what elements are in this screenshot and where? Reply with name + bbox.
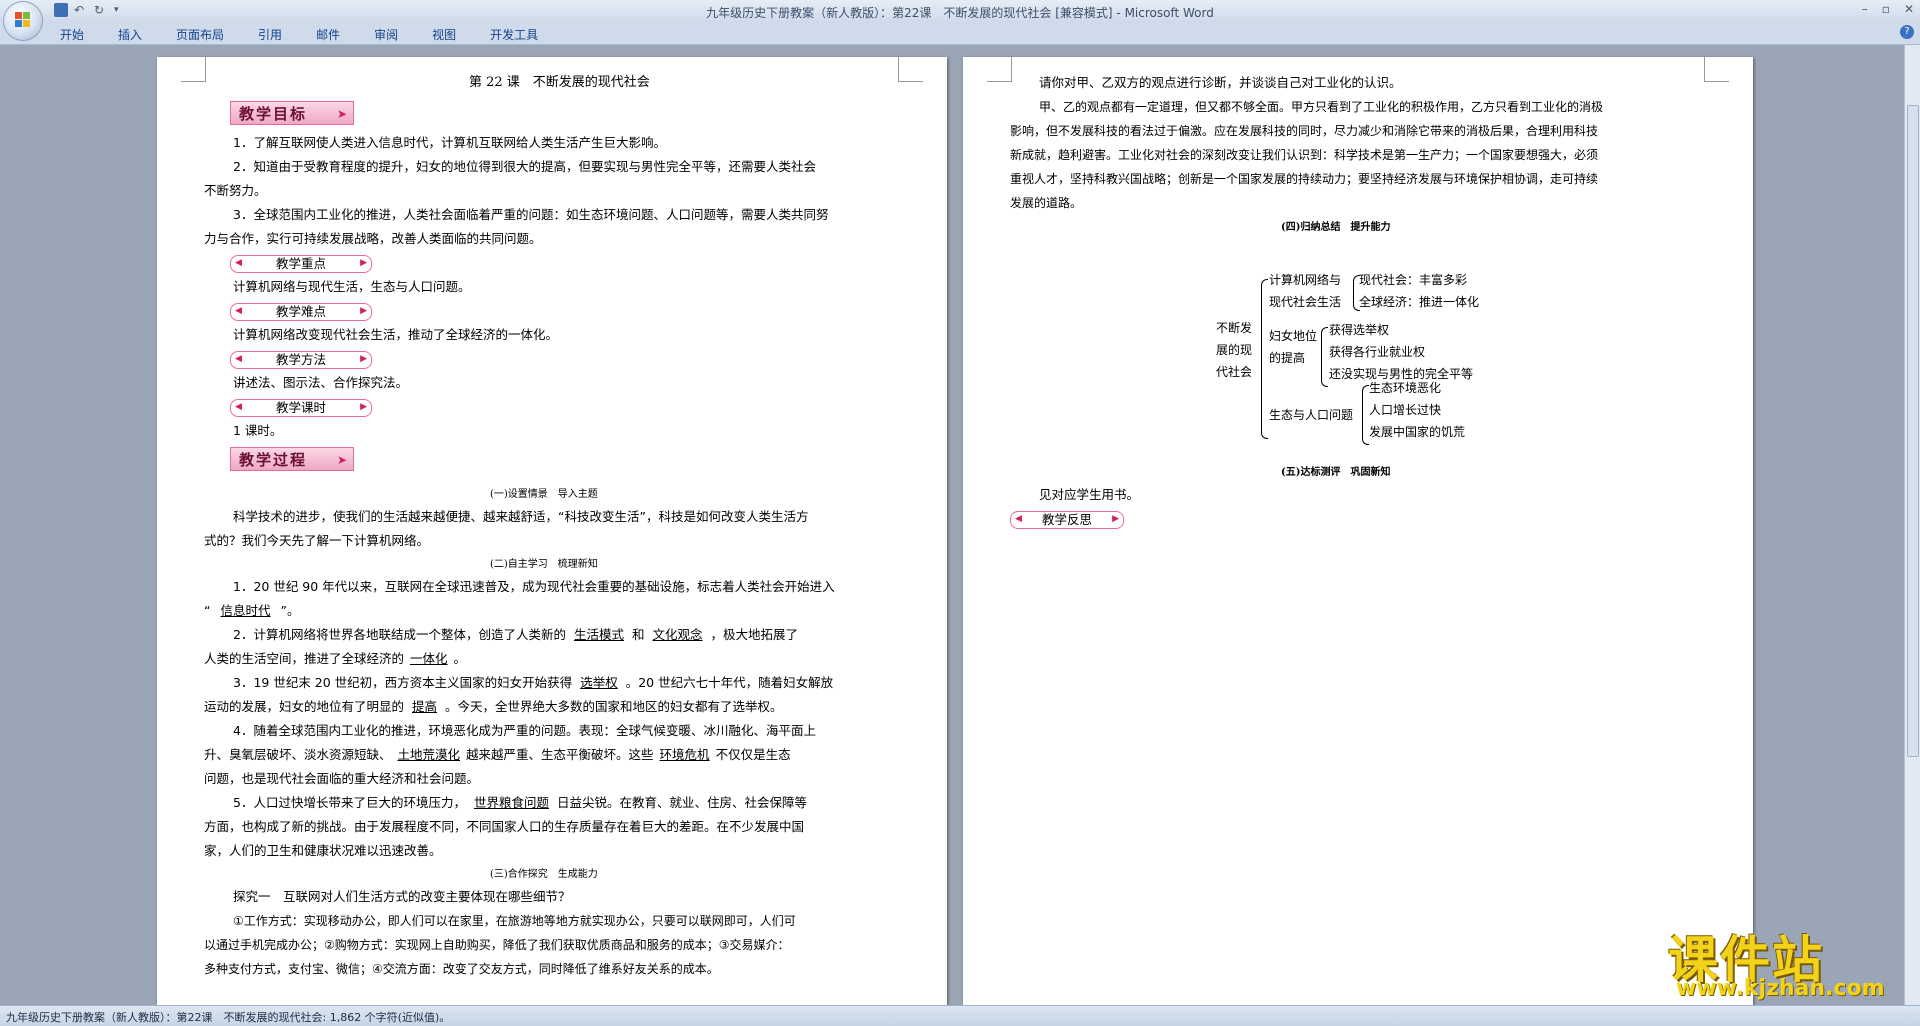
answer-blank: 生活模式	[573, 627, 624, 642]
crop-mark	[181, 57, 206, 82]
scrollbar-thumb[interactable]	[1907, 105, 1919, 757]
paragraph-line: 请你对甲、乙双方的观点进行诊断，并谈谈自己对工业化的认识。	[1039, 75, 1402, 90]
explore-question: 探究一 互联网对人们生活方式的改变主要体现在哪些细节？	[233, 889, 571, 904]
map-leaves-ecology: 生态环境恶化 人口增长过快 发展中国家的饥荒	[1369, 381, 1466, 439]
map-branch-network: 计算机网络与 现代社会生活	[1269, 273, 1342, 309]
section-tag-key: ◀ 教学重点 ▶	[230, 255, 372, 273]
paragraph-line: 以通过手机完成办公；②购物方式：实现网上自助购买，降低了我们获取优质商品和服务的…	[204, 938, 790, 952]
status-bar: 九年级历史下册教案（新人教版）：第22课 不断发展的现代社会: 1,862 个字…	[0, 1005, 1920, 1026]
subsection-heading: (五)达标测评 巩固新知	[1281, 467, 1391, 478]
section-tag-difficulty: ◀ 教学难点 ▶	[230, 303, 372, 321]
title-bar: ↶ ↻ ▾ 九年级历史下册教案（新人教版）：第22课 不断发展的现代社会 [兼容…	[0, 0, 1920, 22]
map-bracket	[1362, 385, 1369, 445]
help-icon[interactable]: ?	[1900, 25, 1914, 39]
question-line: 运动的发展，妇女的地位有了明显的 提高 。今天，全世界绝大多数的国家和地区的妇女都有…	[204, 699, 783, 714]
paragraph-line: 式的？我们今天先了解一下计算机网络。	[204, 533, 430, 548]
office-logo-icon	[15, 12, 31, 28]
map-leaves-women: 获得选举权 获得各行业就业权 还没实现与男性的完全平等	[1329, 323, 1474, 381]
minimize-icon[interactable]: –	[1862, 2, 1868, 16]
paragraph-line: ①工作方式：实现移动办公，即人们可以在家里，在旅游地等地方就实现办公，只要可以联…	[233, 914, 796, 928]
crop-mark	[898, 57, 923, 82]
goal-line: 3．全球范围内工业化的推进，人类社会面临着严重的问题：如生态环境问题、人口问题等…	[233, 207, 829, 222]
window-controls: – ▫ ✕	[1862, 2, 1914, 16]
question-line: 问题，也是现代社会面临的重大经济和社会问题。	[204, 771, 480, 786]
tab-references[interactable]: 引用	[258, 26, 282, 43]
paragraph-line: 甲、乙的观点都有一定道理，但又都不够全面。甲方只看到了工业化的积极作用，乙方只看…	[1039, 100, 1604, 114]
question-line: 3．19 世纪末 20 世纪初，西方资本主义国家的妇女开始获得 选举权 。20 世纪…	[233, 675, 834, 690]
subsection-heading: (二)自主学习 梳理新知	[490, 559, 598, 570]
question-line: 1．20 世纪 90 年代以来，互联网在全球迅速普及，成为现代社会重要的基础设施…	[233, 579, 835, 594]
subsection-heading: (三)合作探究 生成能力	[490, 869, 598, 880]
ribbon-tabs: 开始 插入 页面布局 引用 邮件 审阅 视图 开发工具	[0, 22, 1920, 45]
answer-blank: 文化观念	[652, 627, 703, 642]
crop-mark	[1704, 57, 1729, 82]
paragraph-line: 多种支付方式，支付宝、微信；④交流方面：改变了交友方式，同时降低了维系好友关系的…	[204, 962, 719, 976]
page-1: 第 22 课 不断发展的现代社会 教学目标 ➤ 1．了解互联网使人类进入信息时代，…	[157, 57, 947, 1005]
answer-blank: 环境危机	[659, 747, 710, 762]
map-branch-ecology: 生态与人口问题	[1269, 408, 1354, 422]
method-text: 讲述法、图示法、合作探究法。	[233, 375, 409, 390]
section-tag-hours: ◀ 教学课时 ▶	[230, 399, 372, 417]
restore-icon[interactable]: ▫	[1882, 2, 1890, 16]
map-leaves-network: 现代社会：丰富多彩 全球经济：推进一体化	[1359, 273, 1480, 309]
question-line: 4．随着全球范围内工业化的推进，环境恶化成为严重的问题。表现：全球气候变暖、冰川…	[233, 723, 816, 738]
map-root: 不断发 展的现 代社会	[1216, 321, 1253, 379]
question-line: 2．计算机网络将世界各地联结成一个整体，创造了人类新的 生活模式和文化观念 ，极大地…	[233, 627, 799, 642]
goal-line: 力与合作，实行可持续发展战略，改善人类面临的共同问题。	[204, 231, 542, 246]
map-bracket	[1261, 279, 1268, 439]
subsection-heading: (一)设置情景 导入主题	[490, 489, 598, 500]
paragraph-line: 重视人才，坚持科教兴国战略；创新是一个国家发展的持续动力；要坚持经济发展与环境保…	[1010, 172, 1599, 186]
tab-page-layout[interactable]: 页面布局	[176, 26, 224, 43]
goal-line: 1．了解互联网使人类进入信息时代，计算机互联网给人类生活产生巨大影响。	[233, 135, 666, 150]
goal-line: 2．知道由于受教育程度的提升，妇女的地位得到很大的提高，但要实现与男性完全平等，…	[233, 159, 816, 174]
subsection-heading: (四)归纳总结 提升能力	[1281, 222, 1391, 233]
tab-developer[interactable]: 开发工具	[490, 26, 538, 43]
close-icon[interactable]: ✕	[1904, 2, 1914, 16]
status-text: 九年级历史下册教案（新人教版）：第22课 不断发展的现代社会: 1,862 个字…	[6, 1011, 451, 1024]
tab-home[interactable]: 开始	[60, 26, 84, 43]
question-line: 升、臭氧层破坏、淡水资源短缺、 土地荒漠化 越来越严重、生态平衡破坏。这些 环境危机不…	[204, 747, 791, 762]
answer-blank: 土地荒漠化	[397, 747, 461, 762]
tab-view[interactable]: 视图	[432, 26, 456, 43]
paragraph-line: 发展的道路。	[1010, 196, 1083, 210]
question-line: “信息时代”。	[204, 603, 300, 618]
question-line: 方面，也构成了新的挑战。由于发展程度不同，不同国家人口的生存质量存在着巨大的差距…	[204, 819, 805, 834]
map-bracket	[1321, 327, 1328, 387]
tab-mailings[interactable]: 邮件	[316, 26, 340, 43]
question-line: 家，人们的卫生和健康状况难以迅速改善。	[204, 843, 442, 858]
page-2: 请你对甲、乙双方的观点进行诊断，并谈谈自己对工业化的认识。 甲、乙的观点都有一定…	[963, 57, 1753, 1005]
answer-blank: 信息时代	[220, 603, 271, 618]
question-line: 5．人口过快增长带来了巨大的环境压力， 世界粮食问题 日益尖锐。在教育、就业、住房、…	[233, 795, 807, 810]
difficulty-text: 计算机网络改变现代社会生活，推动了全球经济的一体化。	[233, 327, 559, 342]
question-line: 人类的生活空间，推进了全球经济的 一体化。	[204, 651, 467, 666]
goal-line: 不断努力。	[204, 183, 267, 198]
answer-blank: 世界粮食问题	[473, 795, 549, 810]
section-tag-method: ◀ 教学方法 ▶	[230, 351, 372, 369]
tab-review[interactable]: 审阅	[374, 26, 398, 43]
paragraph-line: 科学技术的进步，使我们的生活越来越便捷、越来越舒适，“科技改变生活”，科技是如何…	[233, 509, 809, 524]
paragraph-line: 见对应学生用书。	[1039, 487, 1140, 502]
answer-blank: 一体化	[410, 651, 448, 666]
tab-insert[interactable]: 插入	[118, 26, 142, 43]
map-branch-women: 妇女地位 的提高	[1269, 329, 1318, 365]
paragraph-line: 新成就，趋利避害。工业化对社会的深刻改变让我们认识到：科学技术是第一生产力；一个…	[1010, 148, 1599, 162]
section-tag-goals: 教学目标 ➤	[230, 101, 354, 125]
key-text: 计算机网络与现代生活，生态与人口问题。	[233, 279, 471, 294]
answer-blank: 提高	[412, 699, 438, 714]
section-tag-reflection: ◀ 教学反思 ▶	[1010, 511, 1124, 529]
watermark-url: www.kjzhan.com	[1676, 976, 1885, 1001]
office-button[interactable]	[4, 2, 42, 40]
watermark-logo: 课件站 www.kjzhan.com	[1668, 920, 1900, 1010]
paragraph-line: 影响，但不发展科技的看法过于偏激。应在发展科技的同时，尽力减少和消除它带来的消极…	[1010, 124, 1599, 138]
window-title: 九年级历史下册教案（新人教版）：第22课 不断发展的现代社会 [兼容模式] - …	[706, 6, 1214, 20]
crop-mark	[987, 57, 1012, 82]
lesson-title: 第 22 课 不断发展的现代社会	[469, 75, 650, 90]
vertical-scrollbar[interactable]	[1904, 45, 1920, 1005]
section-tag-process: 教学过程 ➤	[230, 447, 354, 471]
hours-text: 1 课时。	[233, 423, 283, 438]
answer-blank: 选举权	[580, 675, 618, 690]
